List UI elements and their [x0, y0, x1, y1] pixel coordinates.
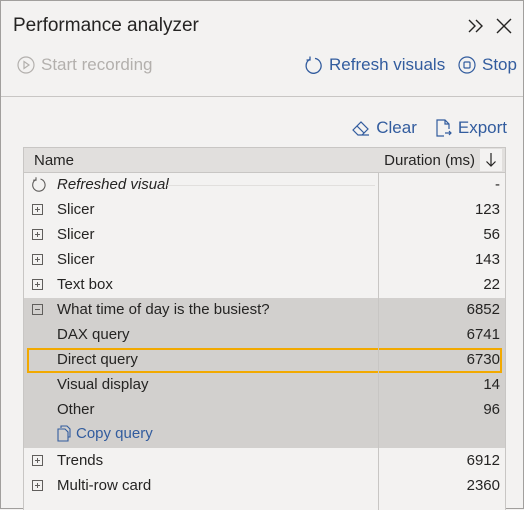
row-duration: 56 [483, 226, 500, 243]
eraser-icon [352, 121, 370, 136]
double-chevron-right-icon[interactable] [465, 15, 487, 37]
stop-button[interactable]: Stop [458, 55, 517, 75]
refresh-icon [305, 56, 322, 74]
copy-query-label: Copy query [76, 424, 153, 442]
export-label: Export [457, 118, 507, 137]
table-row-child: DAX query 6741 [24, 323, 505, 348]
row-label: Visual display [57, 376, 149, 393]
performance-analyzer-pane: Performance analyzer Start recording Ref… [0, 0, 524, 510]
sort-descending-icon[interactable] [480, 149, 502, 171]
actions-bar: Clear Export [351, 115, 507, 141]
expand-icon[interactable] [32, 279, 43, 290]
row-duration: 6912 [466, 452, 500, 469]
row-duration: 6852 [466, 301, 500, 318]
stop-circle-icon [458, 56, 476, 74]
row-duration: 123 [474, 201, 500, 218]
export-icon [436, 119, 452, 137]
clear-button[interactable]: Clear [351, 115, 417, 141]
start-recording-button[interactable]: Start recording [17, 55, 153, 75]
column-header-name[interactable]: Name [34, 152, 74, 169]
table-row[interactable]: Slicer 143 [24, 248, 505, 273]
refresh-visuals-label: Refresh visuals [329, 55, 446, 74]
table-header: Name Duration (ms) [24, 148, 505, 173]
divider [1, 96, 523, 97]
table-row-child: Visual display 14 [24, 373, 505, 398]
stop-label: Stop [482, 55, 517, 74]
expand-icon[interactable] [32, 204, 43, 215]
row-label: Trends [57, 452, 104, 469]
row-label: Slicer [57, 201, 95, 218]
expand-icon[interactable] [32, 480, 43, 491]
export-button[interactable]: Export [435, 115, 507, 141]
row-duration: 6741 [466, 326, 500, 343]
clear-label: Clear [376, 118, 417, 137]
copy-query-link[interactable]: Copy query [57, 424, 153, 442]
copy-query-row: Copy query [24, 421, 505, 446]
row-label: DAX query [57, 326, 130, 343]
table-row[interactable]: Trends 6912 [24, 449, 505, 474]
close-icon[interactable] [493, 15, 515, 37]
row-duration: - [495, 176, 500, 193]
row-label: Refreshed visual [57, 176, 169, 193]
table-row[interactable]: Text box 22 [24, 273, 505, 298]
row-label: Other [57, 401, 95, 418]
row-label: Text box [57, 276, 113, 293]
row-duration: 22 [483, 276, 500, 293]
copy-icon [57, 425, 71, 442]
row-label: Multi-row card [57, 477, 152, 494]
toolbar: Start recording Refresh visuals Stop [17, 55, 517, 81]
row-duration: 14 [483, 376, 500, 393]
start-recording-label: Start recording [41, 55, 153, 74]
row-duration: 96 [483, 401, 500, 418]
table-row-refreshed-visual: Refreshed visual - [24, 173, 505, 198]
column-separator [378, 173, 379, 510]
row-label: Slicer [57, 226, 95, 243]
pane-title: Performance analyzer [13, 15, 199, 36]
expand-icon[interactable] [32, 254, 43, 265]
row-separator-line [167, 185, 375, 186]
row-label: What time of day is the busiest? [57, 301, 270, 318]
row-duration: 143 [474, 251, 500, 268]
table-row[interactable]: Multi-row card 2360 [24, 474, 505, 499]
expand-icon[interactable] [32, 455, 43, 466]
pane-header: Performance analyzer [13, 15, 515, 41]
table-row-expanded[interactable]: What time of day is the busiest? 6852 [24, 298, 505, 323]
row-duration: 2360 [466, 477, 500, 494]
highlight-box [27, 348, 502, 373]
expand-icon[interactable] [32, 229, 43, 240]
performance-table: Name Duration (ms) Refreshed visual - Sl… [23, 147, 506, 510]
play-circle-icon [17, 56, 35, 74]
row-label: Slicer [57, 251, 95, 268]
table-row-child: Other 96 [24, 398, 505, 423]
table-row[interactable]: Slicer 56 [24, 223, 505, 248]
refresh-icon [31, 177, 47, 197]
column-header-duration[interactable]: Duration (ms) [384, 152, 475, 169]
table-row[interactable]: Slicer 123 [24, 198, 505, 223]
collapse-icon[interactable] [32, 304, 43, 315]
refresh-visuals-button[interactable]: Refresh visuals [304, 55, 445, 75]
